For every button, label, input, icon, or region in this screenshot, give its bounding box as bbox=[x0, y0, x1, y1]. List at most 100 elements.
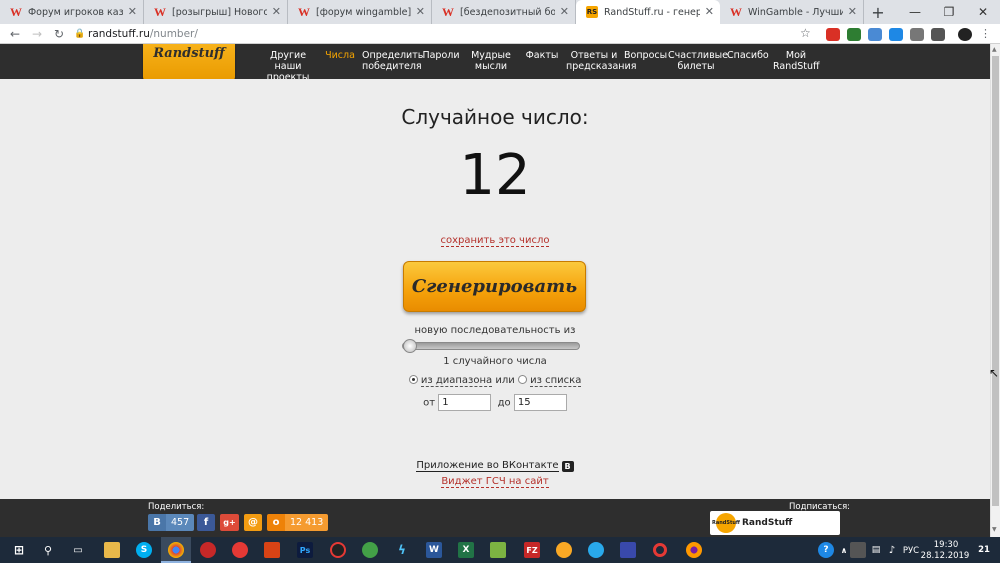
vk-share-icon[interactable]: B bbox=[148, 514, 166, 531]
eye-app-icon[interactable] bbox=[232, 542, 248, 558]
google-plus-share-icon[interactable]: g+ bbox=[220, 514, 239, 531]
from-input[interactable]: 1 bbox=[438, 394, 492, 411]
vk-app-link[interactable]: Приложение во ВКонтакте bbox=[416, 460, 559, 472]
language-indicator[interactable]: РУС bbox=[900, 546, 922, 556]
firefox-icon[interactable] bbox=[686, 542, 702, 558]
browser-tab-4[interactable]: W [бездепозитный бонус] Фри ✕ bbox=[432, 0, 576, 24]
close-tab-icon[interactable]: ✕ bbox=[416, 5, 425, 18]
slider-handle[interactable] bbox=[403, 339, 417, 353]
list-mode-label[interactable]: из списка bbox=[530, 375, 582, 387]
nav-my-randstuff[interactable]: Мой RandStuff bbox=[773, 50, 820, 72]
facebook-share-icon[interactable]: f bbox=[197, 514, 215, 531]
excel-icon[interactable]: X bbox=[458, 542, 474, 558]
photoshop-icon[interactable]: Ps bbox=[297, 542, 313, 558]
close-tab-icon[interactable]: ✕ bbox=[128, 5, 137, 18]
reload-icon[interactable]: ↻ bbox=[48, 27, 70, 41]
new-tab-button[interactable]: + bbox=[864, 0, 892, 24]
generate-button[interactable]: Сгенерировать bbox=[403, 261, 586, 312]
close-tab-icon[interactable]: ✕ bbox=[705, 5, 714, 18]
nav-determine-winner[interactable]: Определить победителя bbox=[362, 50, 423, 72]
record-icon[interactable] bbox=[330, 542, 346, 558]
count-slider[interactable] bbox=[402, 339, 580, 353]
filezilla-icon[interactable]: FZ bbox=[524, 542, 540, 558]
range-mode-radio[interactable] bbox=[408, 375, 418, 384]
settings-extension-icon[interactable] bbox=[910, 28, 924, 41]
close-tab-icon[interactable]: ✕ bbox=[272, 5, 281, 18]
image-app-icon[interactable] bbox=[490, 542, 506, 558]
lightning-app-icon[interactable]: ϟ bbox=[394, 542, 410, 558]
opera-gx-icon[interactable] bbox=[200, 542, 216, 558]
yellow-app-icon[interactable] bbox=[556, 542, 572, 558]
site-footer: Поделиться: Подписаться: B 457 f g+ @ о … bbox=[0, 499, 990, 537]
search-icon[interactable]: ⚲ bbox=[40, 542, 56, 558]
site-logo[interactable]: Randstuff bbox=[143, 44, 235, 81]
nav-numbers[interactable]: Числа bbox=[323, 50, 357, 61]
notification-center-count[interactable]: 21 bbox=[974, 545, 994, 555]
nav-facts[interactable]: Факты bbox=[524, 50, 560, 61]
nav-answers-predictions[interactable]: Ответы и предсказания bbox=[566, 50, 636, 72]
wingamble-favicon-icon: W bbox=[730, 5, 742, 19]
vk-app-row: Приложение во ВКонтакте B bbox=[0, 460, 990, 472]
network-icon[interactable]: ▤ bbox=[868, 542, 884, 558]
nav-passwords[interactable]: Пароли bbox=[422, 50, 460, 61]
odnoklassniki-share-icon[interactable]: о bbox=[267, 514, 285, 531]
nav-wise-thoughts[interactable]: Мудрые мысли bbox=[470, 50, 512, 72]
clock-date[interactable]: 28.12.2019 bbox=[920, 551, 970, 561]
bookmark-star-icon[interactable]: ☆ bbox=[800, 26, 811, 40]
page-scrollbar[interactable]: ▲ ▼ bbox=[990, 44, 1000, 537]
nav-lucky-tickets[interactable]: Счастливые билеты bbox=[668, 50, 728, 72]
back-arrow-icon[interactable]: ← bbox=[4, 27, 26, 41]
telegram-icon[interactable] bbox=[588, 542, 604, 558]
clock-time[interactable]: 19:30 bbox=[924, 540, 968, 550]
browser-menu-icon[interactable]: ⋮ bbox=[980, 27, 991, 40]
browser-tab-6[interactable]: W WinGamble - Лучшие казин ✕ bbox=[720, 0, 864, 24]
camera-extension-icon[interactable] bbox=[931, 28, 945, 41]
adblock-extension-icon[interactable] bbox=[826, 28, 840, 41]
task-view-icon[interactable]: ▭ bbox=[70, 542, 86, 558]
mail-share-icon[interactable]: @ bbox=[244, 514, 262, 531]
red-app-icon[interactable] bbox=[264, 542, 280, 558]
save-number-link[interactable]: сохранить это число bbox=[440, 235, 550, 247]
from-label: от bbox=[423, 397, 436, 409]
windows-start-icon[interactable]: ⊞ bbox=[12, 543, 26, 557]
forward-arrow-icon[interactable]: → bbox=[26, 27, 48, 41]
file-explorer-icon[interactable] bbox=[104, 542, 120, 558]
volume-icon[interactable]: ♪ bbox=[884, 542, 900, 558]
home-extension-icon[interactable] bbox=[847, 28, 861, 41]
tray-app-icon[interactable] bbox=[850, 542, 866, 558]
scroll-down-arrow-icon[interactable]: ▼ bbox=[992, 526, 997, 533]
or-label: или bbox=[495, 375, 515, 386]
vpn-extension-icon[interactable] bbox=[868, 28, 882, 41]
to-input[interactable]: 15 bbox=[513, 394, 567, 411]
close-tab-icon[interactable]: ✕ bbox=[848, 5, 857, 18]
browser-tab-5-active[interactable]: RS RandStuff.ru - генератор сл ✕ bbox=[576, 0, 720, 24]
help-tray-icon[interactable]: ? bbox=[818, 542, 834, 558]
widget-link[interactable]: Виджет ГСЧ на сайт bbox=[441, 476, 549, 488]
browser-tab-3[interactable]: W [форум wingamble] Наши ф ✕ bbox=[288, 0, 432, 24]
word-icon[interactable]: W bbox=[426, 542, 442, 558]
close-tab-icon[interactable]: ✕ bbox=[560, 5, 569, 18]
address-bar[interactable]: 🔒 randstuff.ru/number/ bbox=[74, 25, 820, 43]
vk-subscribe-widget[interactable]: RandStuff RandStuff bbox=[710, 511, 840, 535]
lock-icon: 🔒 bbox=[74, 29, 86, 39]
range-mode-label[interactable]: из диапазона bbox=[420, 375, 493, 387]
close-window-icon[interactable]: ✕ bbox=[966, 0, 1000, 24]
chrome-icon[interactable] bbox=[168, 542, 184, 558]
nav-questions[interactable]: Вопросы bbox=[624, 50, 667, 61]
nav-thanks[interactable]: Спасибо bbox=[727, 50, 769, 61]
utorrent-icon[interactable] bbox=[362, 542, 378, 558]
save-number-row: сохранить это число bbox=[0, 233, 990, 247]
profile-avatar[interactable] bbox=[958, 28, 972, 41]
maximize-window-icon[interactable]: ❐ bbox=[932, 0, 966, 24]
opera-icon[interactable] bbox=[653, 543, 667, 557]
skype-icon[interactable]: S bbox=[136, 542, 152, 558]
scroll-up-arrow-icon[interactable]: ▲ bbox=[992, 46, 997, 53]
browser-tab-2[interactable]: W [розыгрыш] Новогоднее Ко ✕ bbox=[144, 0, 288, 24]
list-mode-radio[interactable] bbox=[517, 375, 527, 384]
minimize-window-icon[interactable]: — bbox=[898, 0, 932, 24]
save-app-icon[interactable] bbox=[620, 542, 636, 558]
tab-title: [розыгрыш] Новогоднее Ко bbox=[172, 6, 267, 18]
counter-extension-icon[interactable] bbox=[889, 28, 903, 41]
scrollbar-thumb[interactable] bbox=[992, 56, 999, 506]
browser-tab-1[interactable]: W Форум игроков казино - Wi ✕ bbox=[0, 0, 144, 24]
